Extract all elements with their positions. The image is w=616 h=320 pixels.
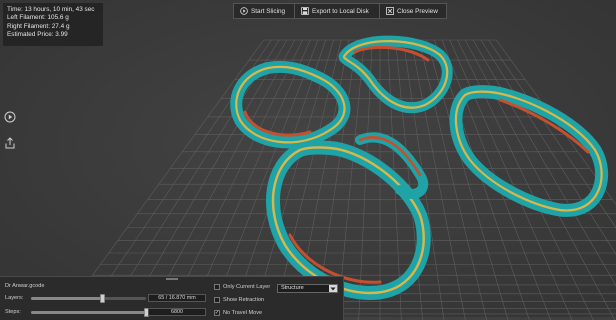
export-local-disk-button[interactable]: Export to Local Disk	[294, 4, 379, 18]
left-filament: Left Filament: 105.6 g	[7, 14, 69, 22]
start-slicing-button[interactable]: Start Slicing	[234, 4, 294, 18]
print-info-panel: Time: 13 hours, 10 min, 43 sec Left Fila…	[3, 3, 103, 46]
print-time: Time: 13 hours, 10 min, 43 sec	[7, 6, 95, 13]
no-travel-move-checkbox[interactable]: ✓	[214, 310, 220, 316]
show-retraction-option[interactable]: Show Retraction	[214, 297, 264, 303]
close-x-icon	[385, 7, 394, 16]
preview-controls-panel: Dr Anwar.gcode Layers: 65 / 16.870 mm St…	[0, 276, 344, 320]
only-current-layer-checkbox[interactable]	[214, 284, 220, 290]
show-retraction-label: Show Retraction	[223, 297, 265, 303]
no-travel-move-option[interactable]: ✓ No Travel Move	[214, 310, 262, 316]
view-mode-select[interactable]: Structure	[277, 284, 338, 293]
save-disk-icon	[300, 7, 309, 16]
preview-toolbar: Start Slicing Export to Local Disk Close…	[233, 3, 447, 19]
panel-drag-grip-icon[interactable]	[166, 278, 178, 280]
layers-slider-fill	[31, 297, 103, 300]
view-mode-value: Structure	[281, 285, 304, 291]
chevron-down-icon	[329, 285, 337, 292]
preview-scene	[0, 0, 616, 320]
right-filament: Right Filament: 27.4 g	[7, 22, 70, 30]
estimated-price: Estimated Price: 3.99	[7, 31, 68, 39]
start-slicing-label: Start Slicing	[251, 7, 286, 15]
layers-slider-thumb[interactable]	[100, 294, 106, 303]
layers-value-field[interactable]: 65 / 16.870 mm	[148, 294, 206, 302]
show-retraction-checkbox[interactable]	[214, 297, 220, 303]
steps-slider-fill	[31, 311, 146, 314]
close-preview-label: Close Preview	[397, 7, 438, 15]
steps-label: Steps:	[5, 309, 21, 315]
layers-slider[interactable]	[31, 294, 146, 303]
play-circle-icon	[239, 7, 248, 16]
play-circle-icon[interactable]	[3, 110, 16, 123]
no-travel-move-label: No Travel Move	[223, 310, 263, 316]
close-preview-button[interactable]: Close Preview	[379, 4, 446, 18]
share-upload-icon[interactable]	[3, 136, 16, 149]
gcode-filename: Dr Anwar.gcode	[5, 283, 45, 289]
layers-label: Layers:	[5, 295, 24, 301]
steps-slider[interactable]	[31, 308, 149, 317]
export-label: Export to Local Disk	[312, 7, 369, 15]
only-current-layer-option[interactable]: Only Current Layer	[214, 284, 270, 290]
steps-value-field[interactable]: 6800	[148, 308, 206, 316]
3d-preview-viewport[interactable]	[0, 0, 616, 320]
only-current-layer-label: Only Current Layer	[223, 284, 271, 290]
